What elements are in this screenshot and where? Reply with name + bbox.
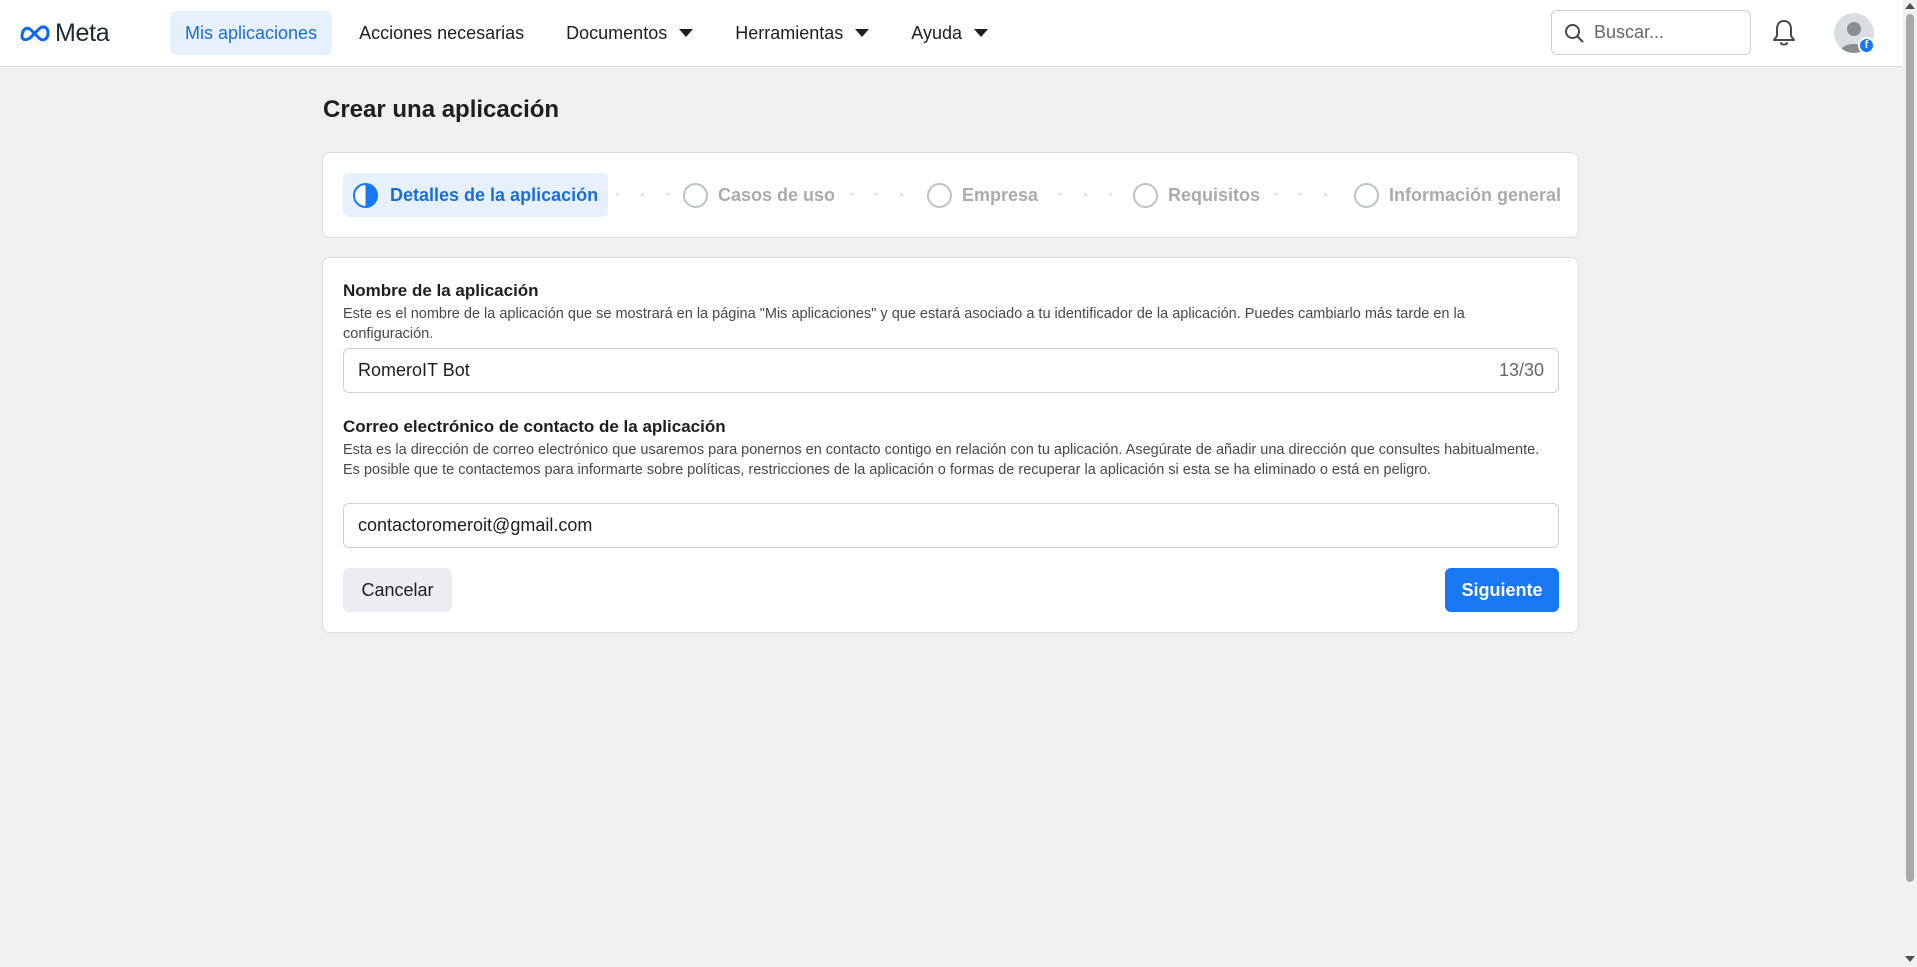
step-connector (1059, 193, 1112, 197)
app-name-value: RomeroIT Bot (358, 360, 470, 380)
step-connector (850, 193, 903, 197)
next-button[interactable]: Siguiente (1445, 568, 1559, 612)
step-informacion-general: Información general (1354, 173, 1561, 217)
notifications-bell-icon[interactable] (1770, 18, 1798, 48)
step-connector (1274, 193, 1327, 197)
nav-item-acciones-necesarias[interactable]: Acciones necesarias (344, 11, 539, 55)
nav-item-label: Herramientas (735, 22, 844, 43)
app-name-field[interactable]: RomeroIT Bot 13/30 (343, 348, 1559, 393)
caret-down-icon (679, 29, 694, 37)
step-requisitos: Requisitos (1133, 173, 1260, 217)
contact-email-value: contactoromeroit@gmail.com (358, 515, 593, 535)
app-name-help: Este es el nombre de la aplicación que s… (343, 306, 1465, 342)
contact-email-help: Esta es la dirección de correo electróni… (343, 442, 1540, 478)
scroll-thumb[interactable] (1906, 14, 1914, 882)
step-label: Información general (1389, 184, 1562, 205)
nav-item-label: Ayuda (911, 22, 962, 43)
step-label: Requisitos (1168, 184, 1261, 205)
step-pending-icon (927, 182, 952, 208)
caret-down-icon (973, 29, 988, 37)
facebook-badge-icon: f (1858, 37, 1875, 54)
step-detalles: Detalles de la aplicación (343, 173, 609, 217)
step-connector (616, 193, 669, 197)
nav-item-herramientas[interactable]: Herramientas (720, 11, 884, 55)
caret-down-icon (855, 29, 870, 37)
step-label: Detalles de la aplicación (390, 184, 599, 205)
app-details-form: Nombre de la aplicación Este es el nombr… (322, 257, 1579, 633)
nav-item-documentos[interactable]: Documentos (551, 11, 708, 55)
scroll-down-arrow-icon[interactable] (1905, 956, 1915, 962)
cancel-button[interactable]: Cancelar (343, 568, 452, 612)
main-nav: Mis aplicaciones Acciones necesarias Doc… (170, 11, 1015, 55)
progress-stepper: Detalles de la aplicación Casos de uso E… (322, 152, 1579, 238)
nav-item-mis-aplicaciones[interactable]: Mis aplicaciones (170, 11, 333, 55)
search-icon (1565, 23, 1584, 42)
meta-logo[interactable]: Meta (19, 18, 110, 48)
step-label: Empresa (962, 184, 1039, 205)
meta-infinity-icon (20, 25, 50, 42)
step-label: Casos de uso (718, 184, 836, 205)
step-in-progress-icon (353, 182, 378, 208)
step-pending-icon (683, 182, 708, 208)
scroll-up-arrow-icon[interactable] (1905, 3, 1915, 9)
meta-logo-text: Meta (55, 18, 110, 47)
contact-email-label: Correo electrónico de contacto de la apl… (343, 417, 726, 436)
nav-item-label: Acciones necesarias (359, 22, 525, 43)
nav-item-label: Mis aplicaciones (185, 22, 318, 43)
contact-email-field[interactable]: contactoromeroit@gmail.com (343, 503, 1559, 548)
search-box[interactable] (1551, 10, 1751, 55)
step-empresa: Empresa (927, 173, 1038, 217)
step-pending-icon (1133, 182, 1158, 208)
step-casos-de-uso: Casos de uso (683, 173, 835, 217)
page-title: Crear una aplicación (323, 96, 560, 123)
top-navigation-bar: Meta Mis aplicaciones Acciones necesaria… (0, 0, 1903, 67)
nav-item-ayuda[interactable]: Ayuda (896, 11, 1003, 55)
nav-item-label: Documentos (566, 22, 668, 43)
app-name-label: Nombre de la aplicación (343, 281, 539, 300)
page-scrollbar[interactable] (1903, 0, 1917, 967)
character-counter: 13/30 (1498, 360, 1544, 380)
step-pending-icon (1354, 182, 1379, 208)
search-input[interactable] (1594, 22, 1744, 43)
